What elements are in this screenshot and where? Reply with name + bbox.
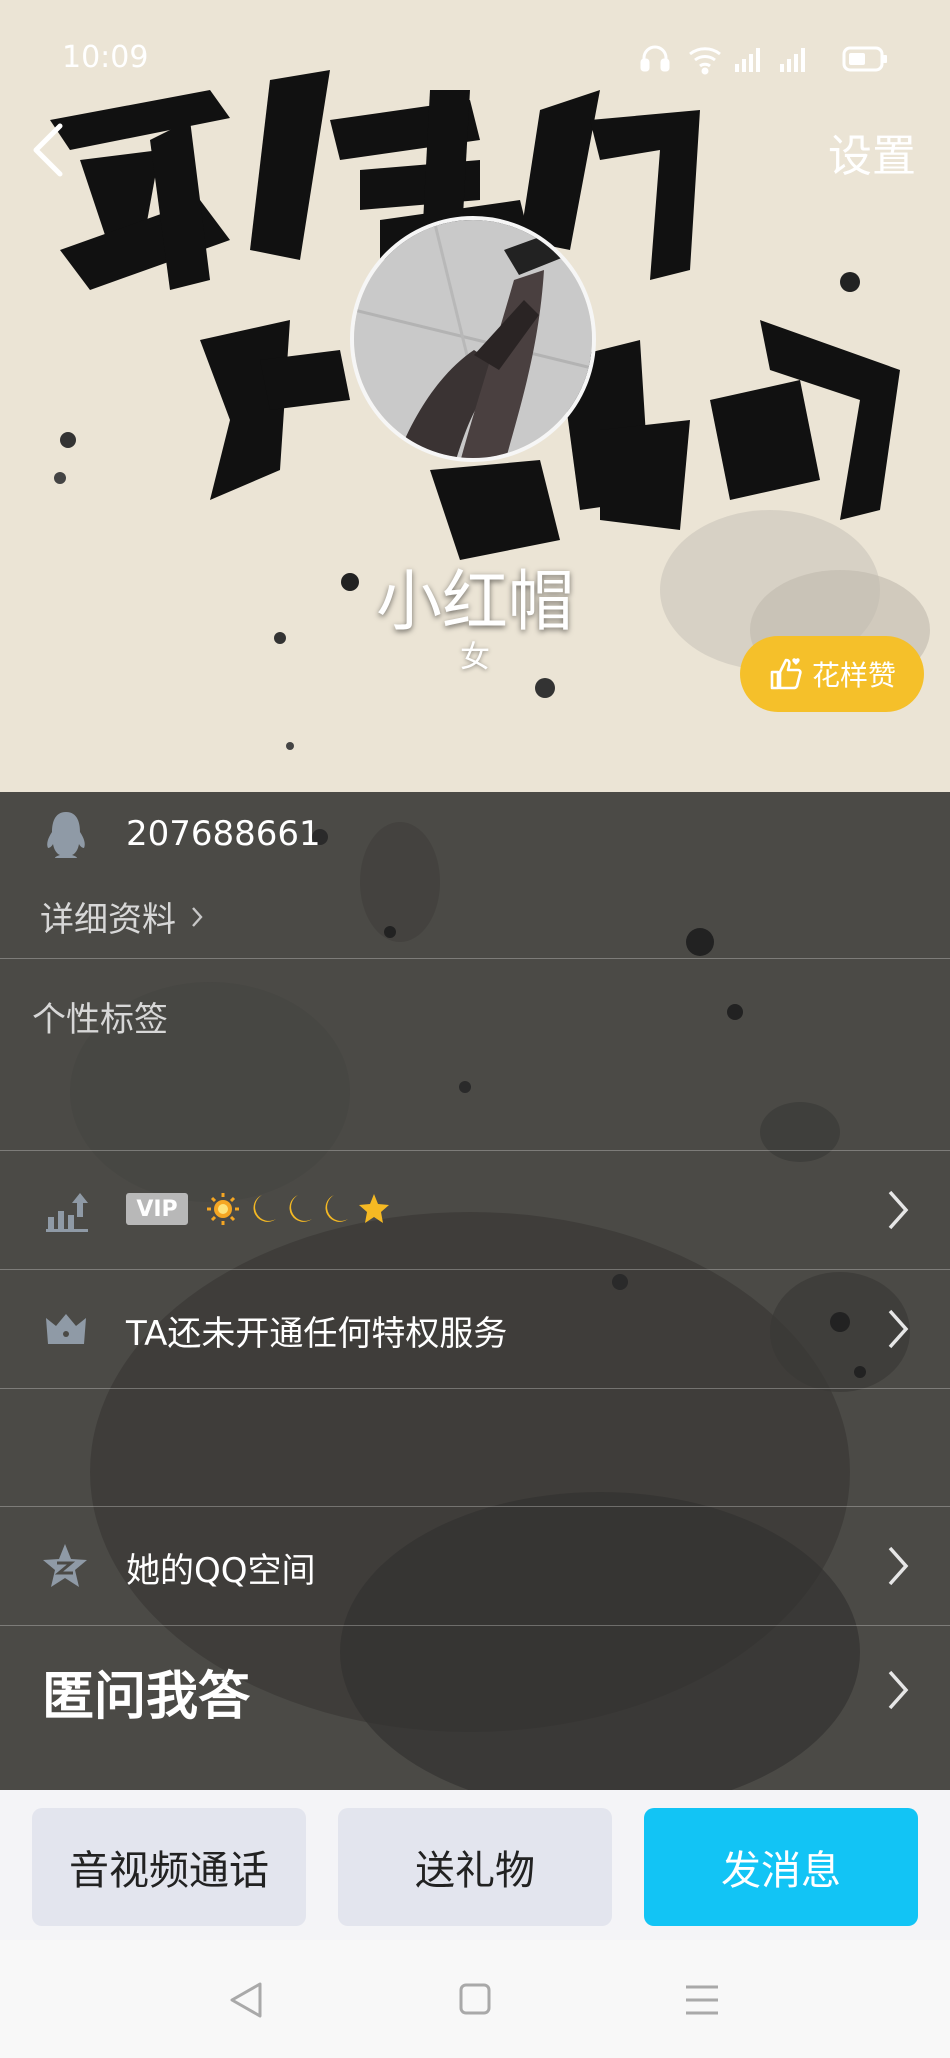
star-icon — [359, 1194, 389, 1223]
profile-cover: 10:09 设置 小红帽 女 花样赞 — [0, 0, 950, 792]
divider — [0, 1388, 950, 1389]
like-button[interactable]: 花样赞 — [740, 636, 924, 712]
video-call-button[interactable]: 音视频通话 — [32, 1808, 306, 1926]
moon-icon — [253, 1195, 276, 1222]
chevron-right-icon — [192, 906, 203, 927]
username: 小红帽 — [376, 563, 574, 640]
level-up-icon — [46, 1193, 88, 1232]
privilege-text: TA还未开通任何特权服务 — [126, 1314, 508, 1354]
details-link-label: 详细资料 — [40, 900, 176, 940]
qq-number: 207688661 — [126, 814, 321, 854]
anon-qa-title: 匿问我答 — [42, 1667, 251, 1727]
privilege-row[interactable]: TA还未开通任何特权服务 — [0, 1270, 950, 1388]
nav-home-icon[interactable] — [458, 1982, 492, 2016]
details-link[interactable]: 详细资料 — [40, 892, 204, 941]
moon-icon — [325, 1195, 348, 1222]
vip-level-row[interactable]: VIP — [0, 1151, 950, 1269]
like-label: 花样赞 — [811, 659, 896, 692]
chevron-right-icon — [888, 1670, 909, 1710]
qzone-row[interactable]: 她的QQ空间 — [0, 1507, 950, 1625]
qzone-star-icon — [43, 1544, 87, 1587]
battery-icon — [842, 46, 887, 72]
wifi-icon — [689, 47, 721, 75]
settings-button[interactable]: 设置 — [828, 120, 916, 184]
anon-qa-row[interactable]: 匿问我答 — [0, 1626, 950, 1756]
status-icons — [640, 45, 887, 75]
vip-badge: VIP — [126, 1193, 188, 1225]
nav-back-icon[interactable] — [228, 1980, 264, 2020]
tags-label: 个性标签 — [32, 1000, 168, 1040]
nav-menu-icon[interactable] — [684, 1984, 720, 2016]
avatar-image — [354, 220, 592, 458]
send-message-button[interactable]: 发消息 — [644, 1808, 918, 1926]
profile-content: 207688661 详细资料 个性标签 VIP TA还未开通任何特权服务 她的Q… — [0, 792, 950, 1790]
chevron-right-icon — [888, 1309, 909, 1349]
qq-penguin-icon — [47, 812, 85, 858]
signal-2-icon — [780, 48, 805, 72]
status-time: 10:09 — [62, 40, 149, 75]
send-gift-button[interactable]: 送礼物 — [338, 1808, 612, 1926]
back-button[interactable] — [24, 118, 74, 182]
divider — [0, 958, 950, 959]
system-nav-bar — [0, 1940, 950, 2058]
moon-icon — [289, 1195, 312, 1222]
avatar[interactable] — [350, 216, 596, 462]
headset-icon — [640, 45, 670, 72]
crown-icon — [46, 1314, 86, 1344]
level-icons — [207, 1193, 389, 1225]
action-bar: 音视频通话 送礼物 发消息 — [0, 1790, 950, 1940]
chevron-right-icon — [888, 1190, 909, 1230]
thumbs-up-icon — [770, 658, 802, 690]
chevron-right-icon — [888, 1546, 909, 1586]
signal-1-icon — [735, 48, 760, 72]
qzone-text: 她的QQ空间 — [126, 1551, 316, 1591]
sun-icon — [207, 1193, 239, 1225]
